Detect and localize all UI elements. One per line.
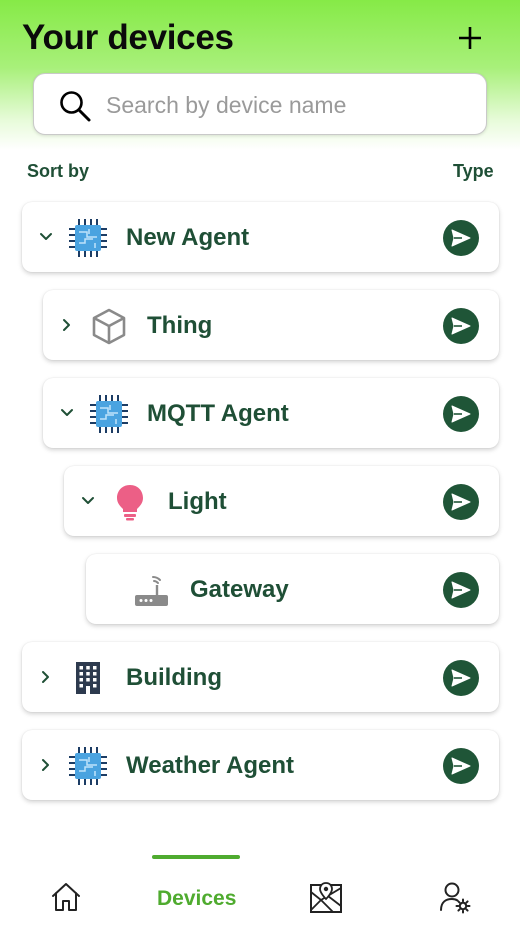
nav-home[interactable] [49, 880, 83, 914]
send-command-button[interactable] [443, 572, 479, 608]
add-device-button[interactable] [452, 20, 488, 56]
sort-by-button[interactable]: Sort by [27, 161, 89, 182]
agent-chip-icon [90, 395, 128, 433]
device-card-building[interactable]: Building [22, 642, 499, 712]
router-icon [135, 576, 168, 606]
chevron-right-icon[interactable] [57, 315, 77, 335]
send-icon [451, 581, 471, 599]
account-settings-icon [440, 882, 471, 914]
nav-map[interactable] [308, 880, 344, 916]
send-command-button[interactable] [443, 308, 479, 344]
nav-account[interactable] [438, 880, 472, 914]
send-command-button[interactable] [443, 660, 479, 696]
chevron-down-icon[interactable] [36, 227, 56, 247]
plus-icon [459, 27, 481, 49]
device-card-thing[interactable]: Thing [43, 290, 499, 360]
chevron-down-icon[interactable] [57, 403, 77, 423]
active-tab-indicator [152, 855, 240, 859]
chevron-right-icon[interactable] [36, 755, 56, 775]
send-icon [451, 229, 471, 247]
search-input[interactable] [106, 86, 476, 124]
header: Your devices [0, 0, 520, 150]
send-icon [451, 317, 471, 335]
send-command-button[interactable] [443, 748, 479, 784]
agent-chip-icon [69, 747, 107, 785]
chevron-right-icon[interactable] [36, 667, 56, 687]
device-name: MQTT Agent [147, 400, 289, 427]
cube-icon [92, 308, 126, 345]
nav-devices[interactable]: Devices [157, 887, 236, 911]
device-card-new-agent[interactable]: New Agent [22, 202, 499, 272]
map-icon [310, 882, 342, 913]
send-icon [451, 493, 471, 511]
page-title: Your devices [22, 18, 234, 57]
device-card-light[interactable]: Light [64, 466, 499, 536]
send-command-button[interactable] [443, 396, 479, 432]
lightbulb-icon [117, 485, 143, 521]
device-name: Weather Agent [126, 752, 295, 779]
device-card-mqtt-agent[interactable]: MQTT Agent [43, 378, 499, 448]
device-name: Gateway [190, 576, 289, 603]
agent-chip-icon [69, 219, 107, 257]
home-icon [52, 883, 80, 911]
send-icon [451, 669, 471, 687]
device-name: New Agent [126, 224, 250, 251]
device-name: Thing [147, 312, 213, 339]
type-filter-button[interactable]: Type [453, 161, 494, 182]
device-name: Building [126, 664, 222, 691]
send-icon [451, 757, 471, 775]
chevron-down-icon[interactable] [78, 491, 98, 511]
send-command-button[interactable] [443, 484, 479, 520]
send-command-button[interactable] [443, 220, 479, 256]
device-card-weather-agent[interactable]: Weather Agent [22, 730, 499, 800]
search-icon [60, 91, 91, 122]
device-name: Light [168, 488, 227, 515]
search-bar [33, 73, 487, 135]
building-icon [76, 662, 100, 694]
device-card-gateway[interactable]: Gateway [86, 554, 499, 624]
send-icon [451, 405, 471, 423]
